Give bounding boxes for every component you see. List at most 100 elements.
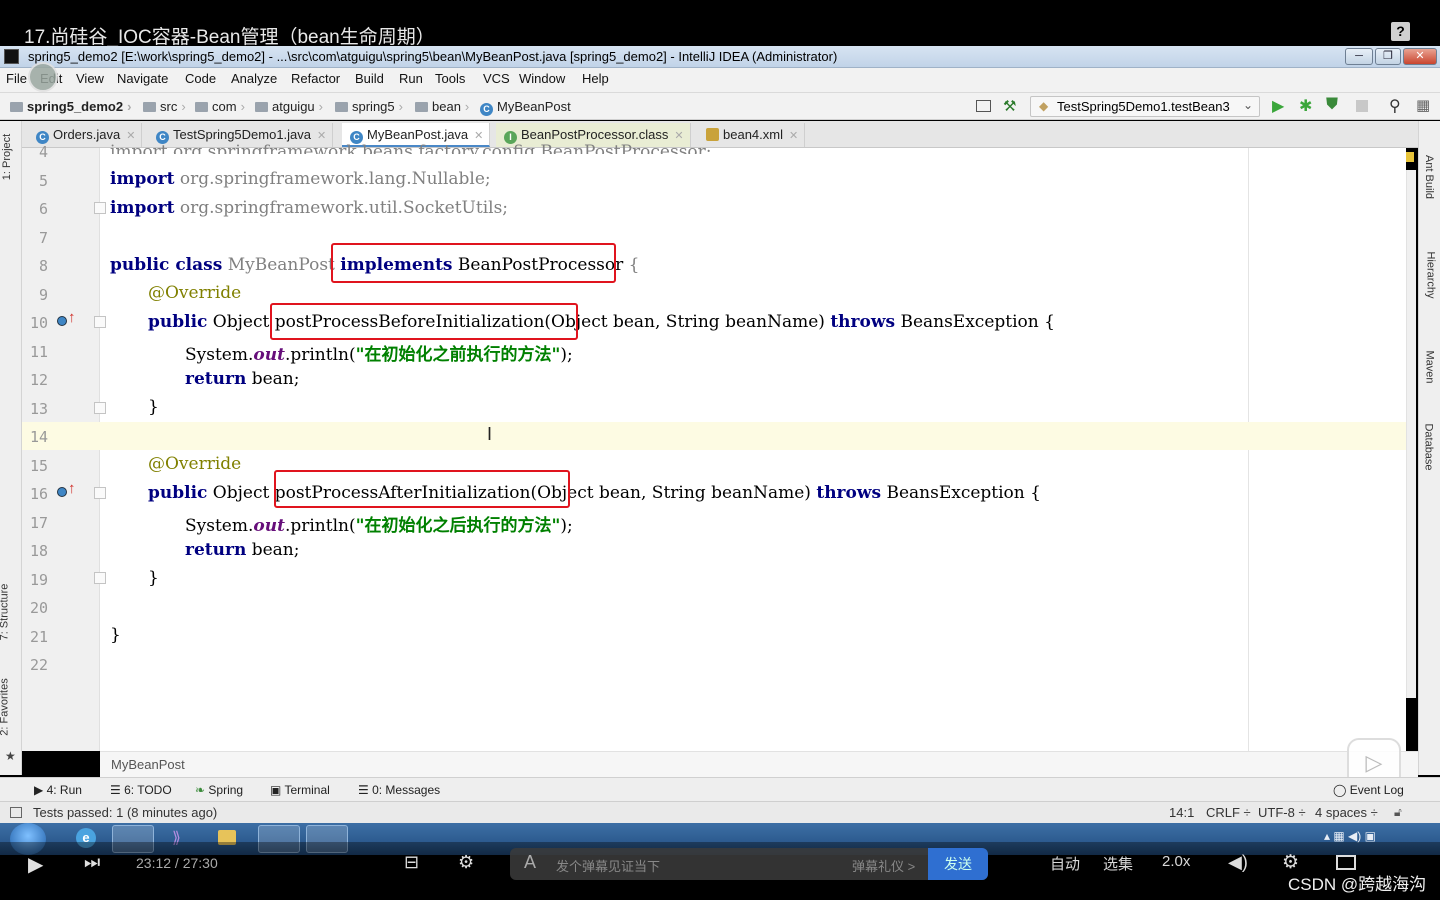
- implements-method-icon[interactable]: [57, 487, 67, 497]
- caret-position[interactable]: 14:1: [1169, 805, 1194, 820]
- close-tab-icon[interactable]: ✕: [474, 130, 483, 142]
- send-danmaku-button[interactable]: 发送: [928, 848, 988, 880]
- menu-vcs[interactable]: VCS: [483, 71, 510, 86]
- fold-icon[interactable]: [94, 202, 106, 214]
- fullscreen-icon[interactable]: [1336, 855, 1356, 870]
- return-type: Object: [207, 312, 275, 332]
- danmaku-style-icon[interactable]: A: [524, 852, 536, 873]
- status-message[interactable]: Tests passed: 1 (8 minutes ago): [33, 805, 217, 820]
- auto-quality-button[interactable]: 自动: [1050, 853, 1080, 874]
- danmaku-settings-icon[interactable]: ⚙︎: [458, 852, 474, 873]
- volume-icon[interactable]: ◀): [1228, 852, 1248, 873]
- breadcrumb-com[interactable]: com ›: [195, 99, 245, 114]
- spring-leaf-icon: ❧: [195, 783, 209, 797]
- tool-todo[interactable]: ☰ 6: TODO: [110, 783, 172, 797]
- keyword: import: [110, 198, 175, 218]
- danmaku-etiquette-link[interactable]: 弹幕礼仪 >: [852, 856, 915, 875]
- editor-breadcrumb-label[interactable]: MyBeanPost: [111, 757, 185, 772]
- tool-messages[interactable]: ☰ 0: Messages: [358, 783, 440, 797]
- menu-analyze[interactable]: Analyze: [231, 71, 277, 86]
- breadcrumb-bean[interactable]: bean ›: [415, 99, 469, 114]
- class-name: MyBeanPost: [222, 255, 341, 275]
- code-line-6: import org.springframework.util.SocketUt…: [110, 198, 508, 218]
- tool-event-log[interactable]: ◯ Event Log: [1333, 783, 1404, 797]
- search-icon[interactable]: ⚲: [1389, 96, 1401, 116]
- breadcrumb-class[interactable]: C MyBeanPost: [480, 99, 571, 116]
- menu-tools[interactable]: Tools: [435, 71, 465, 86]
- keyword: return: [185, 369, 247, 389]
- editor-scrollbar-track[interactable]: [1406, 170, 1416, 698]
- file-encoding[interactable]: UTF-8 ÷: [1258, 805, 1306, 820]
- run-icon[interactable]: ▶: [1272, 96, 1284, 116]
- menu-navigate[interactable]: Navigate: [117, 71, 168, 86]
- out-field: out: [253, 516, 285, 536]
- breadcrumb-project[interactable]: spring5_demo2 ›: [10, 99, 131, 114]
- brace: {: [623, 255, 640, 275]
- episodes-button[interactable]: 选集: [1103, 853, 1133, 874]
- breadcrumb-src[interactable]: src ›: [143, 99, 186, 114]
- tool-run[interactable]: ▶ 4: Run: [34, 783, 82, 797]
- debug-icon[interactable]: ✱: [1299, 96, 1312, 116]
- system-class: System.: [185, 345, 254, 365]
- tool-spring[interactable]: ❧ Spring: [195, 783, 243, 797]
- menu-refactor[interactable]: Refactor: [291, 71, 340, 86]
- menu-window[interactable]: Window: [519, 71, 565, 86]
- menu-help[interactable]: Help: [582, 71, 609, 86]
- tab-bean4-xml[interactable]: bean4.xml ✕: [698, 123, 806, 147]
- tool-ant-build[interactable]: Ant Build: [1423, 155, 1435, 199]
- status-toggle-icon[interactable]: [10, 807, 22, 818]
- menu-build[interactable]: Build: [355, 71, 384, 86]
- close-tab-icon[interactable]: ✕: [789, 130, 798, 142]
- exception-type: BeansException {: [881, 483, 1041, 503]
- implements-method-icon[interactable]: [57, 316, 67, 326]
- project-structure-icon[interactable]: [976, 100, 991, 112]
- breadcrumb-spring5[interactable]: spring5 ›: [335, 99, 403, 114]
- code-line-13: }: [148, 397, 159, 417]
- maximize-button[interactable]: ❐: [1375, 48, 1401, 65]
- lock-icon[interactable]: 🔓︎: [1394, 805, 1402, 820]
- tool-terminal[interactable]: ▣ Terminal: [270, 783, 330, 797]
- next-icon[interactable]: ⏭︎: [84, 852, 100, 873]
- tool-window-bar: ▶ 4: Run ☰ 6: TODO ❧ Spring ▣ Terminal ☰…: [0, 777, 1440, 801]
- close-button[interactable]: ✕: [1403, 48, 1437, 65]
- fold-icon[interactable]: [94, 487, 106, 499]
- system-class: System.: [185, 516, 254, 536]
- tool-structure[interactable]: 7: Structure: [0, 584, 10, 641]
- indent-setting[interactable]: 4 spaces ÷: [1315, 805, 1378, 820]
- tool-database[interactable]: Database: [1423, 423, 1435, 470]
- line-number: 11: [29, 343, 48, 361]
- menu-file[interactable]: File: [6, 71, 27, 86]
- danmaku-toggle-icon[interactable]: ⊟: [404, 852, 419, 873]
- highlight-implements-box: [331, 243, 616, 283]
- menu-code[interactable]: Code: [185, 71, 216, 86]
- help-icon[interactable]: ?: [1391, 22, 1410, 41]
- line-number: 8: [38, 257, 48, 275]
- highlight-before-method-box: [270, 303, 578, 340]
- fold-icon[interactable]: [94, 316, 106, 328]
- speed-button[interactable]: 2.0x: [1162, 853, 1190, 870]
- danmaku-input[interactable]: A 发个弹幕见证当下 弹幕礼仪 >: [510, 848, 988, 880]
- fold-icon[interactable]: [94, 572, 106, 584]
- tool-hierarchy[interactable]: Hierarchy: [1425, 251, 1437, 298]
- tool-project[interactable]: 1: Project: [1, 134, 13, 180]
- coverage-icon[interactable]: ⛊: [1326, 96, 1338, 114]
- run-config-dropdown[interactable]: ◆ TestSpring5Demo1.testBean3 ⌄: [1030, 96, 1260, 117]
- code-line-5: import org.springframework.lang.Nullable…: [110, 169, 491, 189]
- build-hammer-icon[interactable]: ⚒: [1003, 97, 1016, 115]
- tray-icons[interactable]: ▴ ▦ ◀) ▣: [1324, 829, 1376, 843]
- close-tab-icon[interactable]: ✕: [126, 130, 135, 142]
- close-tab-icon[interactable]: ✕: [317, 130, 326, 142]
- tool-favorites[interactable]: 2: Favorites: [0, 678, 11, 735]
- tool-maven[interactable]: Maven: [1424, 350, 1436, 383]
- menu-view[interactable]: View: [76, 71, 104, 86]
- stop-icon[interactable]: [1356, 100, 1368, 112]
- minimize-button[interactable]: ─: [1345, 48, 1373, 65]
- menu-run[interactable]: Run: [399, 71, 423, 86]
- settings-icon[interactable]: ▦: [1416, 96, 1430, 114]
- play-icon[interactable]: ▶: [28, 852, 43, 877]
- breadcrumb-atguigu[interactable]: atguigu ›: [255, 99, 323, 114]
- fold-icon[interactable]: [94, 402, 106, 414]
- line-separator[interactable]: CRLF ÷: [1206, 805, 1251, 820]
- return-value: bean;: [246, 540, 300, 560]
- close-tab-icon[interactable]: ✕: [674, 130, 683, 142]
